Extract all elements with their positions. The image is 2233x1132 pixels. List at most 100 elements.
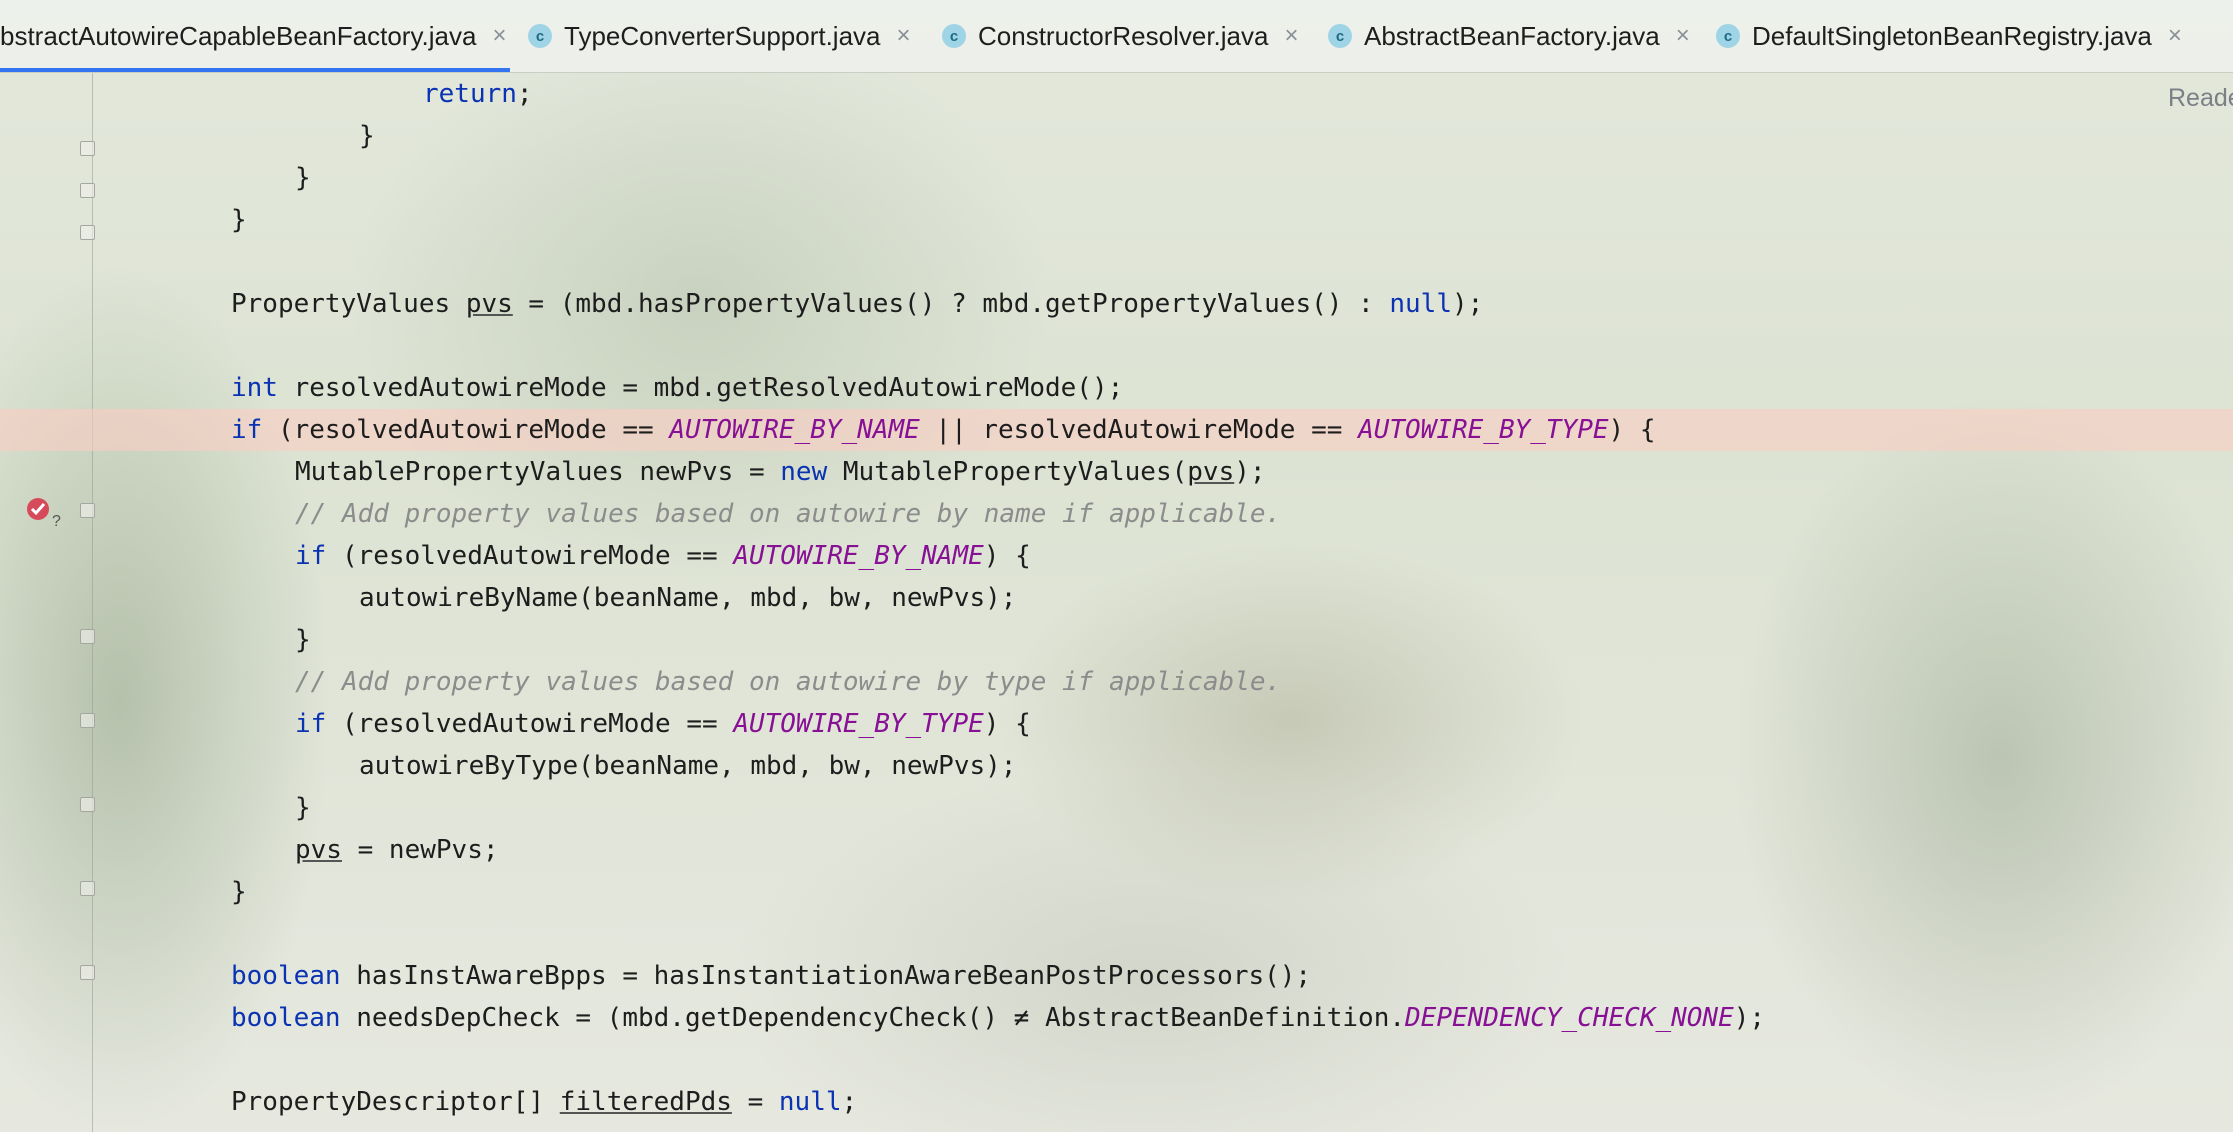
code-text: } (231, 871, 247, 913)
code-line[interactable]: PropertyDescriptor[] filteredPds = null; (0, 1081, 2233, 1123)
code-line[interactable]: } (0, 115, 2233, 157)
code-token: MutablePropertyValues newPvs = (295, 457, 781, 487)
code-token: // Add property values based on autowire… (295, 499, 1282, 529)
editor-tab-bar: bstractAutowireCapableBeanFactory.java × c… (0, 0, 2233, 73)
code-token: if (295, 709, 327, 739)
code-line[interactable] (0, 1039, 2233, 1081)
code-text: int resolvedAutowireMode = mbd.getResolv… (231, 367, 1123, 409)
code-line[interactable]: boolean hasInstAwareBpps = hasInstantiat… (0, 955, 2233, 997)
editor-tab[interactable]: c DefaultSingletonBeanRegistry.java × (1716, 0, 2233, 72)
code-token: AUTOWIRE_BY_TYPE (733, 709, 984, 739)
code-token: MutablePropertyValues( (827, 457, 1188, 487)
code-line[interactable]: pvs = newPvs; (0, 829, 2233, 871)
code-token: PropertyDescriptor[] (231, 1087, 560, 1117)
code-line[interactable]: if (resolvedAutowireMode == AUTOWIRE_BY_… (0, 535, 2233, 577)
tab-label: TypeConverterSupport.java (564, 20, 881, 51)
code-line[interactable]: if (resolvedAutowireMode == AUTOWIRE_BY_… (0, 703, 2233, 745)
code-text: pvs = newPvs; (295, 829, 499, 871)
code-line[interactable]: MutablePropertyValues newPvs = new Mutab… (0, 451, 2233, 493)
code-token: (resolvedAutowireMode == (326, 541, 734, 571)
code-token: DEPENDENCY_CHECK_NONE (1405, 1003, 1734, 1033)
code-line[interactable] (0, 241, 2233, 283)
code-token: // Add property values based on autowire… (295, 667, 1282, 697)
editor-tab[interactable]: c ConstructorResolver.java × (942, 0, 1312, 72)
code-token: if (231, 415, 263, 445)
code-token: (resolvedAutowireMode == (262, 415, 670, 445)
close-tab-icon[interactable]: × (2168, 22, 2182, 50)
code-text: } (231, 199, 247, 241)
code-line[interactable]: boolean needsDepCheck = (mbd.getDependen… (0, 997, 2233, 1039)
code-token: } (359, 121, 375, 151)
code-line[interactable]: } (0, 871, 2233, 913)
code-token: ); (1234, 457, 1266, 487)
code-line[interactable] (0, 325, 2233, 367)
code-line[interactable]: // Add property values based on autowire… (0, 493, 2233, 535)
code-line[interactable]: autowireByType(beanName, mbd, bw, newPvs… (0, 745, 2233, 787)
code-token: = (731, 1087, 779, 1117)
code-token: ) { (983, 709, 1031, 739)
code-token: needsDepCheck = (mbd.getDependencyCheck(… (340, 1003, 1406, 1033)
code-line[interactable]: autowireByName(beanName, mbd, bw, newPvs… (0, 577, 2233, 619)
code-token: } (231, 205, 247, 235)
code-token: new (780, 457, 828, 487)
class-file-icon: c (528, 24, 552, 48)
close-tab-icon[interactable]: × (897, 22, 911, 50)
code-token: return (423, 79, 517, 109)
code-token: ); (1452, 289, 1484, 319)
code-token: } (295, 625, 311, 655)
code-line[interactable]: int resolvedAutowireMode = mbd.getResolv… (0, 367, 2233, 409)
close-tab-icon[interactable]: × (1284, 22, 1298, 50)
code-token: filteredPds (559, 1087, 732, 1117)
close-tab-icon[interactable]: × (1676, 22, 1690, 50)
code-token: = (mbd.hasPropertyValues() ? mbd.getProp… (512, 289, 1390, 319)
tab-label: bstractAutowireCapableBeanFactory.java (0, 20, 477, 51)
code-token: AUTOWIRE_BY_NAME (733, 541, 984, 571)
code-token: boolean (231, 1003, 341, 1033)
code-text: if (resolvedAutowireMode == AUTOWIRE_BY_… (295, 703, 1031, 745)
code-text: PropertyDescriptor[] filteredPds = null; (231, 1081, 857, 1123)
code-text: PropertyValues pvs = (mbd.hasPropertyVal… (231, 283, 1483, 325)
code-token: ) { (1608, 415, 1656, 445)
code-line[interactable]: } (0, 157, 2233, 199)
code-token: pvs (1187, 457, 1235, 487)
tab-label: DefaultSingletonBeanRegistry.java (1752, 20, 2152, 51)
code-token: ; (516, 79, 533, 109)
code-line[interactable]: return; (0, 73, 2233, 115)
editor-tab[interactable]: c TypeConverterSupport.java × (528, 0, 924, 72)
code-text: // Add property values based on autowire… (295, 493, 1281, 535)
code-token: null (778, 1087, 842, 1117)
code-token: autowireByName(beanName, mbd, bw, newPvs… (359, 583, 1017, 613)
code-token: pvs (465, 289, 513, 319)
code-token: pvs (295, 835, 342, 865)
code-line[interactable]: } (0, 787, 2233, 829)
code-line[interactable]: } (0, 199, 2233, 241)
code-text: autowireByType(beanName, mbd, bw, newPvs… (359, 745, 1016, 787)
class-file-icon: c (1716, 24, 1740, 48)
code-token: = newPvs; (341, 835, 499, 865)
editor-tab[interactable]: bstractAutowireCapableBeanFactory.java × (0, 0, 510, 72)
code-token: || resolvedAutowireMode == (919, 415, 1359, 445)
breakpoint-line[interactable]: if (resolvedAutowireMode == AUTOWIRE_BY_… (0, 409, 2233, 451)
code-line[interactable]: // Add property values based on autowire… (0, 661, 2233, 703)
code-token: autowireByType(beanName, mbd, bw, newPvs… (359, 751, 1017, 781)
code-text: // Add property values based on autowire… (295, 661, 1281, 703)
code-text: if (resolvedAutowireMode == AUTOWIRE_BY_… (295, 535, 1031, 577)
code-token: } (295, 163, 311, 193)
code-token: hasInstAwareBpps = hasInstantiationAware… (340, 961, 1312, 991)
code-text: boolean hasInstAwareBpps = hasInstantiat… (231, 955, 1311, 997)
code-token: PropertyValues (231, 289, 466, 319)
code-token: ; (841, 1087, 858, 1117)
tab-label: ConstructorResolver.java (978, 20, 1269, 51)
code-token: ) { (983, 541, 1031, 571)
code-token: null (1389, 289, 1452, 319)
close-tab-icon[interactable]: × (492, 22, 506, 50)
code-editor[interactable]: return;}}} PropertyValues pvs = (mbd.hasP… (0, 73, 2233, 1132)
code-token: AUTOWIRE_BY_NAME (669, 415, 920, 445)
code-text: } (295, 787, 311, 829)
code-line[interactable]: } (0, 619, 2233, 661)
editor-tab[interactable]: c AbstractBeanFactory.java × (1328, 0, 1698, 72)
code-token: ); (1733, 1003, 1766, 1033)
code-line[interactable]: PropertyValues pvs = (mbd.hasPropertyVal… (0, 283, 2233, 325)
code-token: resolvedAutowireMode = mbd.getResolvedAu… (277, 373, 1124, 403)
code-line[interactable] (0, 913, 2233, 955)
